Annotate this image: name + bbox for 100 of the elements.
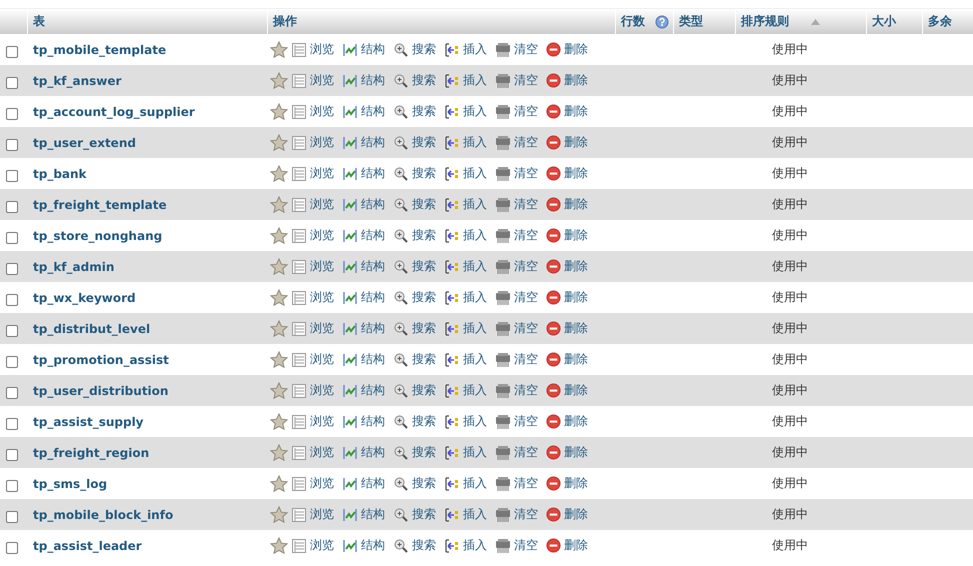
- action-link[interactable]: 结构: [361, 103, 385, 120]
- star-icon[interactable]: [270, 226, 288, 244]
- action-link[interactable]: 搜索: [412, 537, 436, 554]
- action-link[interactable]: 清空: [514, 196, 538, 213]
- table-name-link[interactable]: tp_kf_answer: [27, 74, 267, 88]
- action-link[interactable]: 结构: [361, 320, 385, 337]
- table-name-link[interactable]: tp_user_extend: [27, 136, 267, 150]
- checkbox[interactable]: [6, 170, 18, 182]
- action-link[interactable]: 浏览: [310, 444, 334, 461]
- action-link[interactable]: 搜索: [412, 72, 436, 89]
- action-link[interactable]: 搜索: [412, 103, 436, 120]
- action-link[interactable]: 结构: [361, 289, 385, 306]
- table-name-link[interactable]: tp_distribut_level: [27, 322, 267, 336]
- action-link[interactable]: 插入: [463, 475, 487, 492]
- column-header[interactable]: 表: [33, 13, 45, 30]
- action-link[interactable]: 清空: [514, 227, 538, 244]
- checkbox[interactable]: [6, 356, 18, 368]
- checkbox[interactable]: [6, 46, 18, 58]
- action-link[interactable]: 浏览: [310, 537, 334, 554]
- action-link[interactable]: 删除: [564, 537, 588, 554]
- action-link[interactable]: 结构: [361, 382, 385, 399]
- checkbox[interactable]: [6, 294, 18, 306]
- star-icon[interactable]: [270, 258, 288, 276]
- action-link[interactable]: 插入: [463, 165, 487, 182]
- action-link[interactable]: 删除: [564, 196, 588, 213]
- action-link[interactable]: 清空: [514, 289, 538, 306]
- star-icon[interactable]: [270, 444, 288, 462]
- table-name-link[interactable]: tp_sms_log: [27, 476, 267, 490]
- action-link[interactable]: 清空: [514, 413, 538, 430]
- action-link[interactable]: 搜索: [412, 320, 436, 337]
- action-link[interactable]: 浏览: [310, 196, 334, 213]
- checkbox[interactable]: [6, 108, 18, 120]
- action-link[interactable]: 搜索: [412, 134, 436, 151]
- star-icon[interactable]: [270, 506, 288, 524]
- action-link[interactable]: 清空: [514, 258, 538, 275]
- checkbox[interactable]: [6, 262, 18, 274]
- star-icon[interactable]: [270, 102, 288, 120]
- action-link[interactable]: 浏览: [310, 103, 334, 120]
- star-icon[interactable]: [270, 382, 288, 400]
- action-link[interactable]: 插入: [463, 320, 487, 337]
- action-link[interactable]: 结构: [361, 165, 385, 182]
- action-link[interactable]: 清空: [514, 41, 538, 58]
- checkbox[interactable]: [6, 324, 18, 336]
- action-link[interactable]: 浏览: [310, 258, 334, 275]
- checkbox[interactable]: [6, 418, 18, 430]
- action-link[interactable]: 插入: [463, 258, 487, 275]
- action-link[interactable]: 插入: [463, 537, 487, 554]
- star-icon[interactable]: [270, 288, 288, 306]
- action-link[interactable]: 插入: [463, 289, 487, 306]
- action-link[interactable]: 删除: [564, 227, 588, 244]
- action-link[interactable]: 浏览: [310, 72, 334, 89]
- action-link[interactable]: 删除: [564, 134, 588, 151]
- action-link[interactable]: 删除: [564, 41, 588, 58]
- star-icon[interactable]: [270, 412, 288, 430]
- checkbox[interactable]: [6, 138, 18, 150]
- action-link[interactable]: 删除: [564, 506, 588, 523]
- action-link[interactable]: 浏览: [310, 41, 334, 58]
- help-icon[interactable]: [655, 14, 669, 28]
- action-link[interactable]: 搜索: [412, 289, 436, 306]
- star-icon[interactable]: [270, 350, 288, 368]
- action-link[interactable]: 清空: [514, 72, 538, 89]
- action-link[interactable]: 清空: [514, 165, 538, 182]
- star-icon[interactable]: [270, 40, 288, 58]
- action-link[interactable]: 搜索: [412, 165, 436, 182]
- action-link[interactable]: 删除: [564, 320, 588, 337]
- table-name-link[interactable]: tp_assist_supply: [27, 414, 267, 428]
- column-header[interactable]: 操作: [273, 13, 297, 30]
- table-name-link[interactable]: tp_promotion_assist: [27, 352, 267, 366]
- action-link[interactable]: 浏览: [310, 227, 334, 244]
- table-name-link[interactable]: tp_store_nonghang: [27, 228, 267, 242]
- star-icon[interactable]: [270, 320, 288, 338]
- action-link[interactable]: 清空: [514, 506, 538, 523]
- action-link[interactable]: 浏览: [310, 506, 334, 523]
- action-link[interactable]: 浏览: [310, 351, 334, 368]
- action-link[interactable]: 删除: [564, 258, 588, 275]
- action-link[interactable]: 清空: [514, 537, 538, 554]
- action-link[interactable]: 插入: [463, 506, 487, 523]
- table-name-link[interactable]: tp_freight_region: [27, 446, 267, 460]
- action-link[interactable]: 浏览: [310, 165, 334, 182]
- star-icon[interactable]: [270, 164, 288, 182]
- action-link[interactable]: 结构: [361, 258, 385, 275]
- checkbox[interactable]: [6, 480, 18, 492]
- star-icon[interactable]: [270, 536, 288, 554]
- action-link[interactable]: 删除: [564, 382, 588, 399]
- action-link[interactable]: 浏览: [310, 475, 334, 492]
- action-link[interactable]: 结构: [361, 196, 385, 213]
- action-link[interactable]: 清空: [514, 320, 538, 337]
- action-link[interactable]: 浏览: [310, 413, 334, 430]
- action-link[interactable]: 结构: [361, 475, 385, 492]
- action-link[interactable]: 结构: [361, 134, 385, 151]
- checkbox[interactable]: [6, 200, 18, 212]
- action-link[interactable]: 搜索: [412, 413, 436, 430]
- action-link[interactable]: 浏览: [310, 134, 334, 151]
- table-name-link[interactable]: tp_user_distribution: [27, 384, 267, 398]
- action-link[interactable]: 插入: [463, 72, 487, 89]
- action-link[interactable]: 删除: [564, 103, 588, 120]
- action-link[interactable]: 搜索: [412, 351, 436, 368]
- action-link[interactable]: 删除: [564, 351, 588, 368]
- checkbox[interactable]: [6, 542, 18, 554]
- action-link[interactable]: 插入: [463, 413, 487, 430]
